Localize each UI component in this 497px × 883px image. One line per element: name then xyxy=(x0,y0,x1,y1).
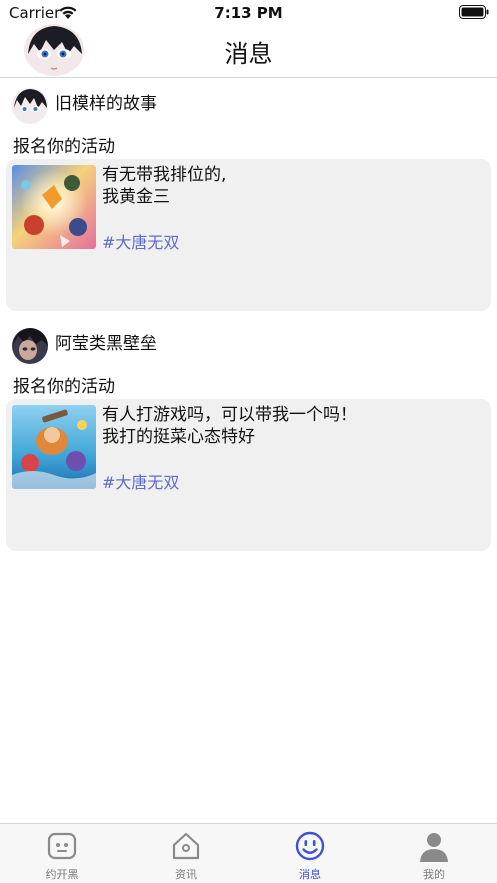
navigation-bar: 消息 xyxy=(0,24,497,78)
clock: 7:13 PM xyxy=(214,4,283,22)
status-bar: Carrier 7:13 PM xyxy=(0,0,497,26)
activity-thumbnail xyxy=(12,405,96,489)
message-action-text: 报名你的活动 xyxy=(13,137,115,157)
activity-tag[interactable]: #大唐无双 xyxy=(102,229,179,253)
message-username[interactable]: 旧模样的故事 xyxy=(55,89,157,114)
tab-label: 资讯 xyxy=(175,868,197,881)
message-action-text: 报名你的活动 xyxy=(13,377,115,397)
activity-card[interactable]: 有人打游戏吗，可以带我一个吗！ 我打的挺菜心态特好 #大唐无双 xyxy=(6,399,491,551)
home-icon xyxy=(172,832,200,860)
tab-label: 约开黑 xyxy=(45,868,79,881)
tab-label: 消息 xyxy=(299,868,321,881)
battery-icon xyxy=(459,5,489,19)
activity-tag[interactable]: #大唐无双 xyxy=(102,469,179,493)
message-username[interactable]: 阿莹类黑壁垒 xyxy=(55,329,157,354)
tab-messages[interactable]: 消息 xyxy=(248,824,372,883)
user-avatar[interactable] xyxy=(12,88,48,124)
tab-bar: 约开黑 资讯 消息 我的 xyxy=(0,823,497,883)
person-icon xyxy=(420,833,448,862)
tab-news[interactable]: 资讯 xyxy=(124,824,248,883)
activity-thumbnail xyxy=(12,165,96,249)
activity-description: 有人打游戏吗，可以带我一个吗！ 我打的挺菜心态特好 xyxy=(102,405,357,447)
user-avatar[interactable] xyxy=(12,328,48,364)
smile-face-icon xyxy=(295,831,325,861)
activity-description: 有无带我排位的, 我黄金三 xyxy=(102,165,227,207)
tab-play-together[interactable]: 约开黑 xyxy=(0,824,124,883)
robot-face-icon xyxy=(47,832,77,860)
page-title: 消息 xyxy=(224,40,273,68)
tab-profile[interactable]: 我的 xyxy=(372,824,496,883)
activity-card[interactable]: 有无带我排位的, 我黄金三 #大唐无双 xyxy=(6,159,491,311)
tab-label: 我的 xyxy=(423,868,445,881)
